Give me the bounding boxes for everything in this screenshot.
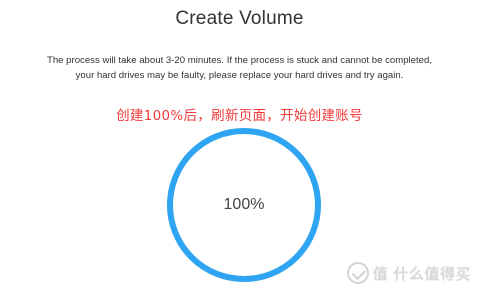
progress-ring: 100% xyxy=(166,127,322,283)
dialog-description: The process will take about 3-20 minutes… xyxy=(46,55,433,81)
annotation-note: 创建100%后，刷新页面，开始创建账号 xyxy=(116,108,363,124)
watermark-text: 值 什么值得买 xyxy=(372,264,471,283)
watermark: 值 什么值得买 xyxy=(346,262,471,284)
progress-percentage: 100% xyxy=(223,196,265,213)
create-volume-dialog: Create Volume The process will take abou… xyxy=(0,0,479,290)
dialog-title: Create Volume xyxy=(175,8,304,29)
smzdm-logo-icon xyxy=(346,262,369,284)
